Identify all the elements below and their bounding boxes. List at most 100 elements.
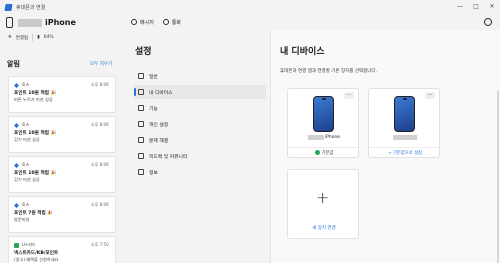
notification-time: 오후 8:09 <box>91 202 109 207</box>
notification-app: 토스 <box>14 162 29 168</box>
nav-item-troubleshoot[interactable]: 문제 해결 <box>134 133 266 147</box>
notification-time: 오후 8:09 <box>91 122 109 127</box>
alerts-heading: 알림 <box>7 60 20 68</box>
notification-time: 오후 8:09 <box>91 82 109 87</box>
divider <box>288 147 360 148</box>
notification-title: 포인트 10원 적립 🎉 <box>14 131 57 136</box>
device-name: iPhone <box>288 135 360 140</box>
nav-item-features[interactable]: 기능 <box>134 101 266 115</box>
app-name: 토스 <box>22 162 30 167</box>
nav-item-feedback[interactable]: 피드백 및 커뮤니티 <box>134 149 266 163</box>
scrollbar[interactable] <box>497 90 499 263</box>
more-options-button[interactable]: ... <box>344 92 354 99</box>
notification-card[interactable]: 토스 오후 8:09 포인트 7원 적립 🎉 방문미션 <box>8 196 116 233</box>
close-icon[interactable]: ✕ <box>484 0 500 14</box>
left-panel: iPhone ✵ 연결됨 ▮ 64% 알림 모두 지우기 토스 오후 8:09 포인… <box>0 14 121 263</box>
notification-app: 토스 <box>14 122 29 128</box>
nav-label: 일반 <box>149 74 158 80</box>
notification-card[interactable]: 토스 오후 8:09 포인트 10원 적립 🎉 걷기 미션 성공 <box>8 156 116 193</box>
top-bar: 메시지 통화 <box>122 14 500 30</box>
notification-title: 넥스트카드/KB/포인트 <box>14 251 59 256</box>
window-controls: — □ ✕ <box>452 0 500 14</box>
connected-label: 연결됨 <box>15 35 29 41</box>
app-name: 토스 <box>22 82 30 87</box>
app-name: 토스 <box>22 202 30 207</box>
default-status: 기본값 <box>288 150 360 156</box>
phone-link-app-icon <box>4 3 13 11</box>
phone-image <box>313 96 334 132</box>
grid-icon <box>138 105 144 111</box>
messages-icon <box>131 19 137 25</box>
device-name <box>369 135 441 140</box>
calls-icon <box>162 19 169 25</box>
add-device-label: 새 장치 연결 <box>312 226 336 231</box>
notification-app: U+카드 <box>14 242 36 248</box>
nav-label: 개인 설정 <box>149 122 169 128</box>
battery-level: 64% <box>43 35 54 40</box>
bluetooth-icon: ✵ <box>8 35 12 40</box>
notification-time: 오후 8:09 <box>91 162 109 167</box>
messages-tab[interactable]: 메시지 <box>131 19 154 26</box>
battery-icon: ▮ <box>37 35 40 40</box>
redacted-name <box>18 18 42 27</box>
main-content: 내 디바이스 휴대폰과 연결 앱과 연결할 기본 장치를 선택합니다. ... … <box>271 30 500 263</box>
notification-app: 토스 <box>14 82 29 88</box>
phone-header: iPhone <box>6 17 76 28</box>
check-icon <box>314 150 320 155</box>
app-name: U+카드 <box>22 242 36 247</box>
device-card-primary[interactable]: ... iPhone 기본값 <box>287 88 360 158</box>
calls-label: 통화 <box>171 19 182 26</box>
window-title: 휴대폰과 연결 <box>16 4 46 11</box>
redacted-name <box>392 135 417 140</box>
notification-body: 방문미션 <box>14 217 30 222</box>
phone-icon <box>138 89 144 95</box>
divider <box>369 147 441 148</box>
set-default-link[interactable]: ∞ 기본값으로 설정 <box>369 150 441 156</box>
settings-gear-icon[interactable] <box>484 18 492 26</box>
divider <box>32 34 34 41</box>
plus-icon: + <box>316 188 330 207</box>
nav-label: 정보 <box>149 170 158 176</box>
notification-title: 포인트 10원 적립 🎉 <box>14 171 57 176</box>
phone-name: iPhone <box>45 18 76 27</box>
notification-body: 걷기 미션 성공 <box>14 177 40 182</box>
notification-body: 버튼 누르기 미션 성공 <box>14 97 53 102</box>
notification-card[interactable]: 토스 오후 8:09 포인트 10원 적립 🎉 걷기 미션 성공 <box>8 116 116 153</box>
clear-all-link[interactable]: 모두 지우기 <box>90 61 112 67</box>
device-name-label: iPhone <box>324 135 341 140</box>
gear-icon <box>138 73 144 79</box>
app-name: 토스 <box>22 122 30 127</box>
add-device-card[interactable]: + 새 장치 연결 <box>287 169 359 239</box>
nav-item-about[interactable]: 정보 <box>134 165 266 179</box>
more-options-button[interactable]: ... <box>425 92 435 99</box>
nav-label: 내 디바이스 <box>149 90 173 96</box>
notification-card[interactable]: U+카드 오후 7:50 넥스트카드/KB/포인트 (광고) 혜택을 신청하세요 <box>8 236 116 263</box>
settings-title: 설정 <box>135 47 152 57</box>
pen-icon <box>138 121 144 127</box>
device-card-secondary[interactable]: ... ∞ 기본값으로 설정 <box>368 88 441 158</box>
phone-image <box>394 96 415 132</box>
phone-icon <box>6 17 13 28</box>
redacted-name <box>307 135 324 140</box>
app-icon <box>14 82 19 88</box>
messages-label: 메시지 <box>140 19 154 26</box>
notification-app: 토스 <box>14 202 29 208</box>
app-icon <box>14 162 19 168</box>
nav-label: 기능 <box>149 106 158 112</box>
notification-body: (광고) 혜택을 신청하세요 <box>14 257 59 262</box>
notification-card[interactable]: 토스 오후 8:09 포인트 10원 적립 🎉 버튼 누르기 미션 성공 <box>8 76 116 113</box>
title-bar: 휴대폰과 연결 — □ ✕ <box>0 0 500 14</box>
nav-item-my-devices[interactable]: 내 디바이스 <box>134 85 266 99</box>
default-label: 기본값 <box>321 151 334 156</box>
nav-item-general[interactable]: 일반 <box>134 69 266 83</box>
notification-body: 걷기 미션 성공 <box>14 137 40 142</box>
maximize-icon[interactable]: □ <box>468 0 484 14</box>
calls-tab[interactable]: 통화 <box>162 19 182 26</box>
app-icon <box>14 242 19 248</box>
page-description: 휴대폰과 연결 앱과 연결할 기본 장치를 선택합니다. <box>280 69 377 74</box>
settings-nav: 설정 일반 내 디바이스 기능 개인 설정 문제 해결 피드백 및 커뮤니티 정… <box>122 30 271 263</box>
minimize-icon[interactable]: — <box>452 0 468 14</box>
nav-item-personalization[interactable]: 개인 설정 <box>134 117 266 131</box>
wrench-icon <box>138 137 144 143</box>
set-default-label: 기본값으로 설정 <box>392 151 422 156</box>
